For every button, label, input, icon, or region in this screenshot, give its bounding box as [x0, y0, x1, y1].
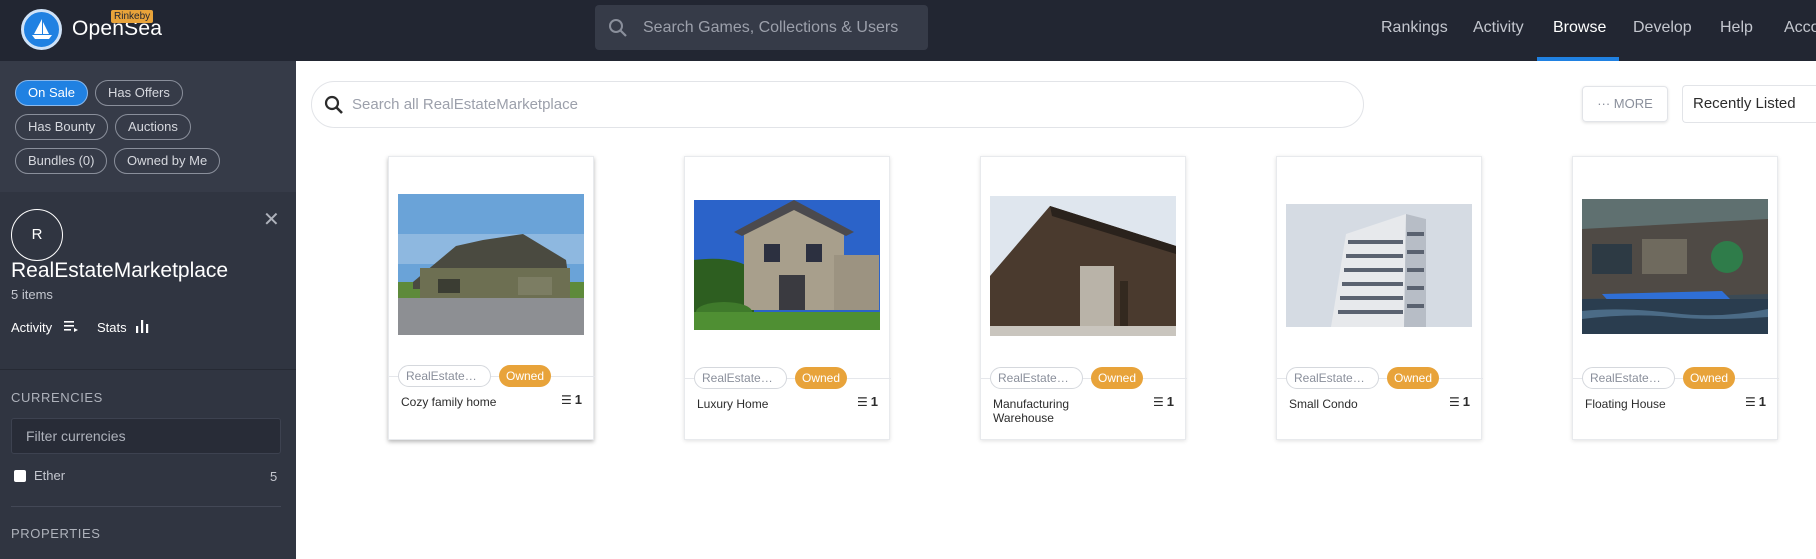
quantity: ☰ 1 — [561, 392, 582, 407]
quantity-value: 1 — [870, 394, 878, 409]
collection-chip[interactable]: RealEstate… — [1582, 367, 1675, 389]
tab-stats[interactable]: Stats — [97, 320, 149, 335]
asset-name: Cozy family home — [401, 395, 497, 409]
ether-label: Ether — [34, 468, 66, 483]
quantity: ☰ 1 — [1745, 394, 1766, 409]
collection-chip[interactable]: RealEstate… — [398, 365, 491, 387]
more-button[interactable]: ··· MORE — [1582, 86, 1668, 122]
asset-image — [694, 200, 880, 330]
currency-filter-input[interactable]: Filter currencies — [11, 418, 281, 454]
filter-on-sale[interactable]: On Sale — [15, 80, 88, 106]
currency-divider — [11, 506, 281, 507]
global-search-placeholder: Search Games, Collections & Users — [643, 19, 899, 36]
nav-develop[interactable]: Develop — [1633, 19, 1692, 37]
asset-image — [1286, 204, 1472, 327]
filter-bundles[interactable]: Bundles (0) — [15, 148, 108, 174]
nav-help[interactable]: Help — [1720, 19, 1753, 37]
nav-account[interactable]: Acco — [1784, 19, 1816, 37]
collection-chip[interactable]: RealEstate… — [990, 367, 1083, 389]
list-icon — [64, 321, 78, 332]
owned-badge: Owned — [1387, 367, 1440, 389]
asset-card[interactable]: RealEstate… Owned Luxury Home ☰ 1 — [684, 156, 891, 440]
filter-has-offers[interactable]: Has Offers — [95, 80, 183, 106]
currencies-header: CURRENCIES — [11, 390, 103, 405]
owned-badge: Owned — [1091, 367, 1144, 389]
ether-checkbox[interactable] — [14, 470, 26, 482]
ether-count: 5 — [270, 469, 278, 484]
asset-name: Small Condo — [1289, 397, 1358, 411]
bar-chart-icon — [136, 320, 149, 333]
search-icon — [608, 18, 628, 43]
filter-auctions[interactable]: Auctions — [115, 114, 191, 140]
opensea-logo-icon[interactable] — [21, 9, 62, 50]
main-content: Search all RealEstateMarketplace ··· MOR… — [296, 61, 1816, 559]
quantity-value: 1 — [574, 392, 582, 407]
asset-card[interactable]: RealEstate… Owned Cozy family home ☰ 1 — [388, 156, 595, 440]
filter-has-bounty[interactable]: Has Bounty — [15, 114, 109, 140]
asset-image — [990, 196, 1176, 336]
collection-item-count: 5 items — [11, 287, 53, 302]
filter-owned-by-me[interactable]: Owned by Me — [114, 148, 221, 174]
network-badge: Rinkeby — [111, 10, 154, 23]
top-navigation-bar: OpenSea Rinkeby Search Games, Collection… — [0, 0, 1816, 61]
collection-search-input[interactable]: Search all RealEstateMarketplace — [311, 81, 1364, 128]
asset-name: Floating House — [1585, 397, 1666, 411]
quantity-value: 1 — [1166, 394, 1174, 409]
close-icon[interactable]: ✕ — [263, 207, 280, 232]
tab-activity-label: Activity — [11, 320, 53, 335]
sidebar-divider — [0, 369, 296, 370]
owned-badge: Owned — [499, 365, 552, 387]
collection-avatar: R — [11, 209, 63, 261]
asset-card[interactable]: RealEstate… Owned Manufacturing Warehous… — [980, 156, 1187, 440]
collection-search-placeholder: Search all RealEstateMarketplace — [352, 96, 578, 113]
quantity-value: 1 — [1462, 394, 1470, 409]
quantity-value: 1 — [1758, 394, 1766, 409]
collection-chip[interactable]: RealEstate… — [1286, 367, 1379, 389]
search-icon — [324, 95, 344, 120]
tab-stats-label: Stats — [97, 320, 127, 335]
asset-card[interactable]: RealEstate… Owned Floating House ☰ 1 — [1572, 156, 1779, 440]
asset-image — [398, 194, 584, 335]
owned-badge: Owned — [1683, 367, 1736, 389]
collection-chip[interactable]: RealEstate… — [694, 367, 787, 389]
owned-badge: Owned — [795, 367, 848, 389]
nav-activity[interactable]: Activity — [1473, 19, 1524, 37]
nav-browse[interactable]: Browse — [1553, 19, 1606, 37]
asset-name: Luxury Home — [697, 397, 769, 411]
global-search-input[interactable]: Search Games, Collections & Users — [595, 5, 928, 50]
sort-dropdown[interactable]: Recently Listed — [1682, 85, 1816, 123]
tab-activity[interactable]: Activity — [11, 320, 78, 335]
asset-card[interactable]: RealEstate… Owned Small Condo ☰ 1 — [1276, 156, 1483, 440]
properties-header: PROPERTIES — [11, 526, 101, 541]
status-filters: On Sale Has Offers Has Bounty Auctions B… — [0, 61, 296, 192]
collection-name: RealEstateMarketplace — [11, 259, 229, 282]
asset-image — [1582, 199, 1768, 334]
quantity: ☰ 1 — [857, 394, 878, 409]
asset-name: Manufacturing Warehouse — [993, 397, 1070, 425]
quantity: ☰ 1 — [1449, 394, 1470, 409]
filter-sidebar: On Sale Has Offers Has Bounty Auctions B… — [0, 61, 296, 559]
quantity: ☰ 1 — [1153, 394, 1174, 409]
nav-rankings[interactable]: Rankings — [1381, 19, 1448, 37]
